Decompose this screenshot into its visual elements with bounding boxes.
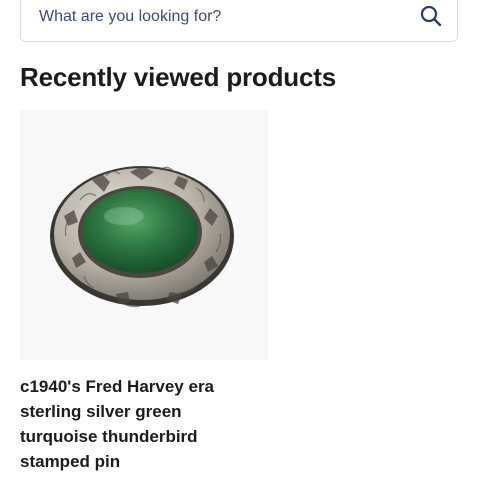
product-image[interactable] xyxy=(20,110,268,360)
search-icon[interactable] xyxy=(419,4,443,28)
product-card[interactable]: c1940's Fred Harvey era sterling silver … xyxy=(20,110,270,480)
section-title: Recently viewed products xyxy=(20,62,336,92)
search-input[interactable] xyxy=(39,0,399,34)
search-bar xyxy=(20,0,458,42)
product-title[interactable]: c1940's Fred Harvey era sterling silver … xyxy=(20,374,260,474)
